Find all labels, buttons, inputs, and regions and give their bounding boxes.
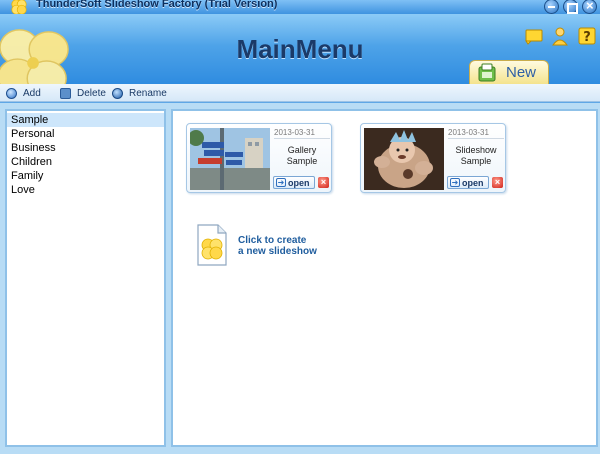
open-label: open: [462, 177, 484, 188]
project-name-line1: Slideshow: [455, 145, 497, 155]
project-name-line2: Sample: [286, 156, 318, 166]
add-button[interactable]: Add: [6, 86, 41, 100]
close-button[interactable]: [582, 0, 597, 14]
arrow-right-icon: ➜: [276, 178, 286, 187]
rename-button[interactable]: Rename: [112, 86, 167, 100]
project-gallery: 2013-03-31 Gallery Sample ➜ open × 2013-…: [171, 109, 598, 447]
open-button[interactable]: ➜ open: [447, 176, 489, 189]
message-icon[interactable]: [524, 26, 544, 46]
delete-icon: [60, 87, 71, 99]
delete-label: Delete: [77, 87, 106, 99]
category-list: Sample Personal Business Children Family…: [5, 109, 166, 447]
project-thumbnail[interactable]: [190, 128, 270, 190]
project-name-line1: Gallery: [287, 145, 317, 155]
divider: [448, 138, 504, 139]
project-date: 2013-03-31: [274, 128, 315, 137]
create-line2: a new slideshow: [238, 246, 317, 257]
project-date: 2013-03-31: [448, 128, 489, 137]
divider: [274, 138, 330, 139]
add-icon: [6, 87, 17, 99]
project-name-line2: Sample: [460, 156, 492, 166]
project-name: Gallery Sample: [273, 145, 331, 167]
rename-icon: [112, 87, 123, 99]
create-slideshow-text: Click to create a new slideshow: [238, 235, 317, 257]
add-label: Add: [23, 87, 41, 99]
title-bar: ThunderSoft Slideshow Factory (Trial Ver…: [0, 0, 600, 15]
arrow-right-icon: ➜: [450, 178, 460, 187]
category-item-family[interactable]: Family: [7, 169, 164, 183]
user-icon[interactable]: [550, 26, 570, 46]
category-item-business[interactable]: Business: [7, 141, 164, 155]
app-header: MainMenu ? New: [0, 14, 600, 97]
toolbar: Add Delete Rename: [0, 84, 600, 102]
delete-project-button[interactable]: ×: [492, 177, 503, 188]
project-card[interactable]: 2013-03-31 Slideshow Sample ➜ open ×: [360, 123, 506, 193]
create-slideshow-link[interactable]: Click to create a new slideshow: [194, 223, 344, 269]
project-thumbnail[interactable]: [364, 128, 444, 190]
new-tab[interactable]: New: [469, 60, 549, 84]
open-button[interactable]: ➜ open: [273, 176, 315, 189]
workspace: Sample Personal Business Children Family…: [0, 103, 600, 454]
delete-button[interactable]: Delete: [60, 86, 106, 100]
new-label: New: [506, 64, 537, 81]
minimize-button[interactable]: [544, 0, 559, 14]
rename-label: Rename: [129, 87, 167, 99]
category-item-love[interactable]: Love: [7, 183, 164, 197]
help-icon[interactable]: ?: [577, 26, 597, 46]
category-item-sample[interactable]: Sample: [7, 113, 164, 127]
project-card[interactable]: 2013-03-31 Gallery Sample ➜ open ×: [186, 123, 332, 193]
maximize-button[interactable]: [563, 0, 578, 14]
window-title: ThunderSoft Slideshow Factory (Trial Ver…: [36, 0, 278, 10]
new-project-icon: [478, 63, 496, 82]
create-line1: Click to create: [238, 235, 307, 246]
delete-project-button[interactable]: ×: [318, 177, 329, 188]
category-item-personal[interactable]: Personal: [7, 127, 164, 141]
category-item-children[interactable]: Children: [7, 155, 164, 169]
svg-text:?: ?: [583, 30, 591, 45]
project-name: Slideshow Sample: [447, 145, 505, 167]
open-label: open: [288, 177, 310, 188]
new-document-icon: [197, 224, 227, 266]
